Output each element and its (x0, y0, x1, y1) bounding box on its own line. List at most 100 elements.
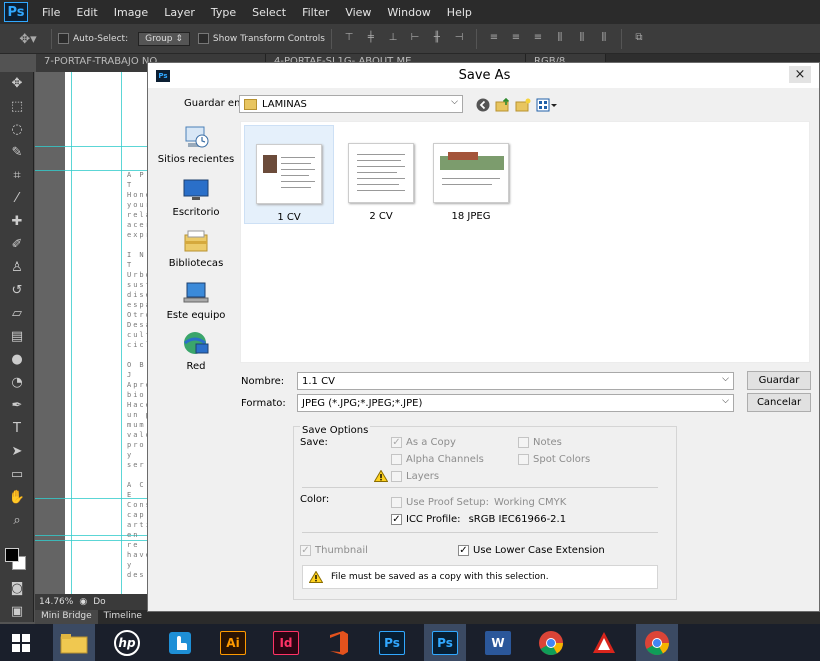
place-libraries[interactable]: Bibliotecas (154, 227, 238, 269)
auto-select-checkbox[interactable] (58, 33, 69, 44)
menu-layer[interactable]: Layer (156, 6, 203, 19)
taskbar-illustrator[interactable]: Ai (212, 624, 254, 661)
notes-option[interactable]: Notes (518, 437, 562, 448)
healing-brush-tool-icon[interactable]: ✚ (0, 210, 34, 233)
lower-case-extension-checkbox[interactable]: ✓ (458, 545, 469, 556)
taskbar-chrome[interactable] (530, 624, 572, 661)
distribute-right-icon[interactable]: ⫼ (596, 32, 612, 46)
eraser-tool-icon[interactable]: ▱ (0, 302, 34, 325)
new-folder-icon[interactable] (515, 97, 531, 113)
view-menu-icon[interactable] (536, 97, 558, 113)
lasso-tool-icon[interactable]: ◌ (0, 118, 34, 141)
cancel-button[interactable]: Cancelar (747, 393, 811, 412)
close-button[interactable]: × (789, 66, 811, 83)
menu-file[interactable]: File (34, 6, 68, 19)
menu-edit[interactable]: Edit (68, 6, 105, 19)
menu-select[interactable]: Select (244, 6, 294, 19)
path-select-tool-icon[interactable]: ➤ (0, 440, 34, 463)
as-a-copy-checkbox[interactable]: ✓ (391, 437, 402, 448)
file-list[interactable]: 1 CV 2 CV 18 JPEG (240, 121, 810, 363)
taskbar-hp[interactable]: hp (106, 624, 148, 661)
dialog-title-bar[interactable]: Ps Save As × (148, 63, 819, 88)
place-this-pc[interactable]: Este equipo (154, 279, 238, 321)
back-icon[interactable] (475, 97, 491, 113)
menu-view[interactable]: View (337, 6, 379, 19)
place-recent[interactable]: Sitios recientes (154, 123, 238, 165)
move-tool-icon[interactable]: ✥ (0, 72, 34, 95)
windows-start-button[interactable] (0, 624, 42, 661)
notes-checkbox[interactable] (518, 437, 529, 448)
taskbar-file-explorer[interactable] (53, 624, 95, 661)
place-desktop[interactable]: Escritorio (154, 176, 238, 218)
move-tool-icon[interactable]: ✥▾ (14, 32, 42, 47)
dodge-tool-icon[interactable]: ◔ (0, 371, 34, 394)
menu-window[interactable]: Window (379, 6, 438, 19)
place-network[interactable]: Red (154, 330, 238, 372)
screen-mode-icon[interactable]: ▣ (0, 600, 34, 623)
distribute-hcenter-icon[interactable]: ⫼ (574, 32, 590, 46)
layers-option[interactable]: Layers (391, 471, 439, 482)
quick-select-tool-icon[interactable]: ✎ (0, 141, 34, 164)
taskbar-touch[interactable] (159, 624, 201, 661)
save-button[interactable]: Guardar (747, 371, 811, 390)
canvas-area[interactable]: A P T Hone your rela acer expre I N T Ur… (35, 72, 155, 594)
auto-select-dropdown[interactable]: Group ⇕ (138, 31, 190, 46)
pen-tool-icon[interactable]: ✒ (0, 394, 34, 417)
menu-filter[interactable]: Filter (294, 6, 337, 19)
as-a-copy-option[interactable]: ✓ As a Copy (391, 437, 456, 448)
file-item[interactable]: 1 CV (244, 125, 334, 224)
taskbar-word[interactable]: W (477, 624, 519, 661)
shape-tool-icon[interactable]: ▭ (0, 463, 34, 486)
up-folder-icon[interactable] (495, 97, 511, 113)
spot-colors-option[interactable]: Spot Colors (518, 454, 590, 465)
align-vcenter-icon[interactable]: ╪ (363, 32, 379, 46)
spot-colors-checkbox[interactable] (518, 454, 529, 465)
save-in-dropdown[interactable]: LAMINAS ⌵ (239, 95, 463, 113)
menu-image[interactable]: Image (106, 6, 156, 19)
menu-type[interactable]: Type (203, 6, 244, 19)
brush-tool-icon[interactable]: ✐ (0, 233, 34, 256)
status-info-icon[interactable]: ◉ (79, 597, 87, 607)
show-transform-checkbox[interactable] (197, 33, 209, 44)
distribute-vcenter-icon[interactable]: ≡ (508, 32, 524, 46)
taskbar-office[interactable] (318, 624, 360, 661)
auto-align-icon[interactable]: ⧉ (631, 32, 647, 46)
eyedropper-tool-icon[interactable]: ⁄ (0, 187, 34, 210)
lower-case-extension-option[interactable]: ✓ Use Lower Case Extension (458, 545, 605, 556)
distribute-left-icon[interactable]: ⫼ (552, 32, 568, 46)
icc-profile-checkbox[interactable]: ✓ (391, 514, 402, 525)
align-right-icon[interactable]: ⊣ (451, 32, 467, 46)
taskbar-photoshop-active[interactable]: Ps (424, 624, 466, 661)
align-top-icon[interactable]: ⊤ (341, 32, 357, 46)
gradient-tool-icon[interactable]: ▤ (0, 325, 34, 348)
icc-profile-option[interactable]: ✓ ICC Profile: sRGB IEC61966-2.1 (391, 514, 566, 525)
marquee-tool-icon[interactable]: ⬚ (0, 95, 34, 118)
type-tool-icon[interactable]: T (0, 417, 34, 440)
align-left-icon[interactable]: ⊢ (407, 32, 423, 46)
file-item[interactable]: 2 CV (336, 125, 426, 224)
taskbar-indesign[interactable]: Id (265, 624, 307, 661)
use-proof-setup-checkbox[interactable] (391, 497, 402, 508)
distribute-top-icon[interactable]: ≡ (486, 32, 502, 46)
use-proof-setup-option[interactable]: Use Proof Setup: Working CMYK (391, 497, 566, 508)
align-hcenter-icon[interactable]: ╫ (429, 32, 445, 46)
file-name-input[interactable]: 1.1 CV ⌵ (297, 372, 734, 390)
tab-mini-bridge[interactable]: Mini Bridge (35, 610, 98, 624)
tab-timeline[interactable]: Timeline (98, 610, 148, 624)
alpha-channels-checkbox[interactable] (391, 454, 402, 465)
clone-stamp-tool-icon[interactable]: ♙ (0, 256, 34, 279)
foreground-color-swatch[interactable] (5, 548, 19, 562)
menu-help[interactable]: Help (439, 6, 480, 19)
zoom-tool-icon[interactable]: ⌕ (0, 509, 34, 532)
format-dropdown[interactable]: JPEG (*.JPG;*.JPEG;*.JPE) ⌵ (297, 394, 734, 412)
taskbar-photoshop[interactable]: Ps (371, 624, 413, 661)
align-bottom-icon[interactable]: ⊥ (385, 32, 401, 46)
quick-mask-icon[interactable]: ◙ (0, 577, 34, 600)
hand-tool-icon[interactable]: ✋ (0, 486, 34, 509)
thumbnail-checkbox[interactable]: ✓ (300, 545, 311, 556)
distribute-bottom-icon[interactable]: ≡ (530, 32, 546, 46)
layers-checkbox[interactable] (391, 471, 402, 482)
taskbar-chrome-2[interactable] (636, 624, 678, 661)
file-item[interactable]: 18 JPEG (426, 125, 516, 224)
history-brush-tool-icon[interactable]: ↺ (0, 279, 34, 302)
